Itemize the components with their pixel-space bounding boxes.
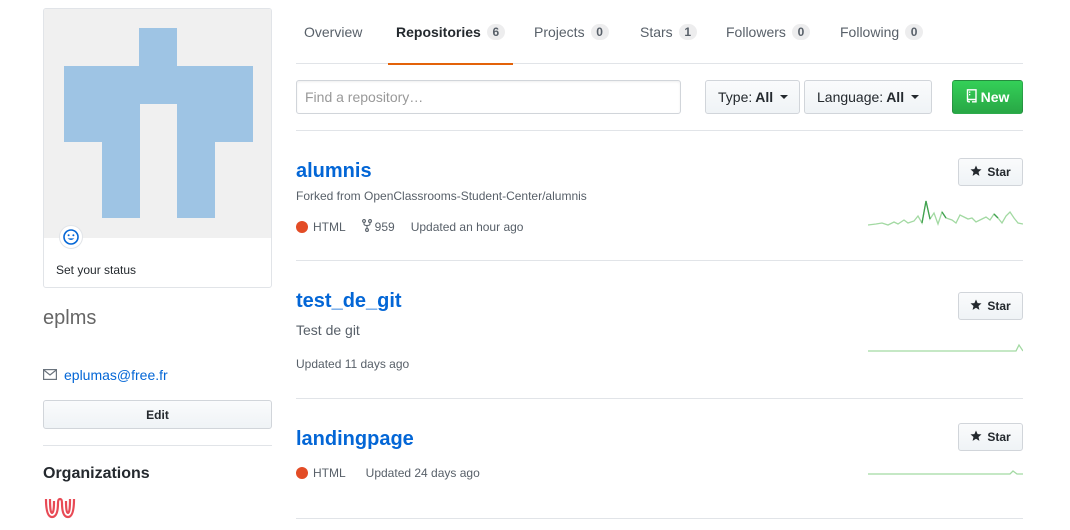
- edit-profile-button[interactable]: Edit: [43, 400, 272, 429]
- tab-followers[interactable]: Followers 0: [726, 0, 810, 64]
- repo-name-link[interactable]: alumnis: [296, 160, 372, 183]
- repo-language: HTML: [296, 466, 346, 480]
- new-button-label: New: [980, 89, 1010, 105]
- tab-overview[interactable]: Overview: [304, 0, 362, 64]
- tab-label: Overview: [304, 24, 363, 40]
- repo-language: HTML: [296, 220, 346, 234]
- star-button[interactable]: Star: [958, 292, 1023, 320]
- repo-meta: HTML Updated 24 days ago: [296, 466, 480, 480]
- find-repository-input[interactable]: [296, 80, 681, 114]
- avatar[interactable]: [44, 9, 271, 238]
- divider: [296, 518, 1023, 519]
- smiley-icon[interactable]: [59, 225, 83, 249]
- repo-description: Test de git: [296, 322, 360, 338]
- star-icon: [970, 165, 982, 180]
- tab-count: 0: [905, 24, 924, 40]
- type-filter-select[interactable]: Type: All: [705, 80, 800, 114]
- email-link[interactable]: eplumas@free.fr: [64, 367, 168, 383]
- activity-sparkline: [868, 200, 1023, 226]
- star-label: Star: [987, 165, 1011, 179]
- language-filter-value: All: [886, 89, 905, 105]
- activity-sparkline: [868, 470, 1023, 475]
- type-filter-value: All: [755, 89, 774, 105]
- updated-time: Updated an hour ago: [410, 220, 524, 234]
- star-label: Star: [987, 430, 1011, 444]
- repo-meta: Updated 11 days ago: [296, 357, 409, 371]
- repo-item-alumnis: alumnis Forked from OpenClassrooms-Stude…: [296, 130, 1023, 260]
- tab-count: 6: [486, 24, 505, 40]
- tab-label: Projects: [534, 24, 585, 40]
- caret-down-icon: [780, 95, 789, 99]
- tab-label: Repositories: [396, 24, 481, 40]
- language-name: HTML: [313, 220, 346, 234]
- tab-stars[interactable]: Stars 1: [640, 0, 697, 64]
- repo-meta: HTML 959 Updated an hour ago: [296, 219, 523, 235]
- forks-link[interactable]: 959: [361, 219, 395, 235]
- divider: [43, 445, 272, 446]
- profile-sidebar: Set your status eplms eplumas@free.fr Ed…: [43, 8, 272, 519]
- fork-icon: [361, 219, 372, 235]
- profile-tabs: Overview Repositories 6 Projects 0 Stars…: [296, 0, 1023, 65]
- tab-label: Following: [840, 24, 900, 40]
- repo-name-link[interactable]: test_de_git: [296, 290, 402, 313]
- organization-avatar[interactable]: [43, 495, 77, 524]
- language-color-dot: [296, 221, 308, 233]
- star-label: Star: [987, 299, 1011, 313]
- repo-name-link[interactable]: landingpage: [296, 428, 414, 451]
- tab-following[interactable]: Following 0: [840, 0, 924, 64]
- language-color-dot: [296, 467, 308, 479]
- tab-label: Stars: [640, 24, 673, 40]
- caret-down-icon: [911, 95, 920, 99]
- mail-icon: [43, 367, 58, 383]
- language-filter-select[interactable]: Language: All: [804, 80, 932, 114]
- star-icon: [970, 299, 982, 314]
- forks-count: 959: [374, 220, 395, 234]
- organizations-heading: Organizations: [43, 465, 150, 482]
- new-repository-button[interactable]: New: [952, 80, 1023, 114]
- tab-count: 0: [590, 24, 609, 40]
- tab-repositories[interactable]: Repositories 6: [388, 0, 513, 65]
- tab-count: 0: [791, 24, 810, 40]
- avatar-card: Set your status: [43, 8, 272, 288]
- repo-description: Forked from OpenClassrooms-Student-Cente…: [296, 189, 587, 203]
- updated-time: Updated 24 days ago: [365, 466, 480, 480]
- tab-count: 1: [678, 24, 697, 40]
- updated-time: Updated 11 days ago: [296, 357, 410, 371]
- language-filter-label: Language:: [817, 89, 884, 105]
- star-button[interactable]: Star: [958, 423, 1023, 451]
- type-filter-label: Type:: [718, 89, 753, 105]
- email-row: eplumas@free.fr: [43, 367, 168, 383]
- tab-label: Followers: [726, 24, 786, 40]
- set-status-link[interactable]: Set your status: [56, 263, 136, 277]
- tab-projects[interactable]: Projects 0: [534, 0, 609, 64]
- star-button[interactable]: Star: [958, 158, 1023, 186]
- username: eplms: [43, 307, 97, 329]
- language-name: HTML: [313, 466, 346, 480]
- repo-item-test-de-git: test_de_git Test de git Updated 11 days …: [296, 260, 1023, 398]
- activity-sparkline: [868, 343, 1023, 352]
- repo-icon: [966, 88, 977, 106]
- star-icon: [970, 430, 982, 445]
- repo-item-landingpage: landingpage HTML Updated 24 days ago Sta…: [296, 398, 1023, 518]
